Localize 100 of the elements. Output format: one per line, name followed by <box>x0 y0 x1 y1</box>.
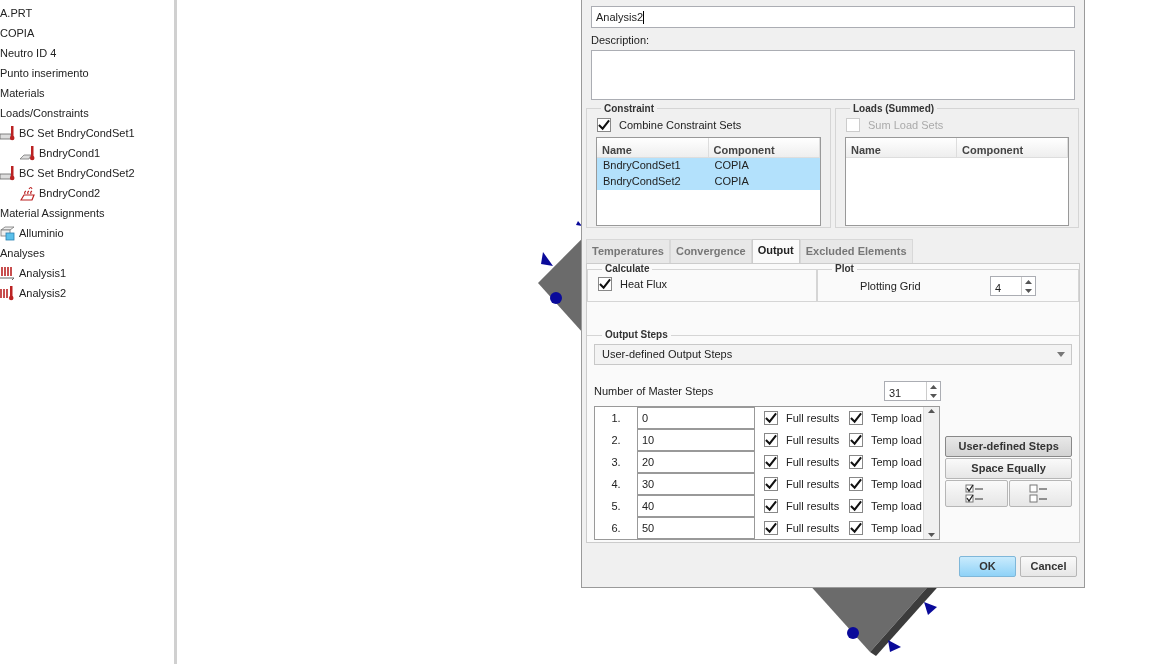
checkbox[interactable] <box>764 433 778 447</box>
column-header: Name <box>846 137 957 157</box>
heat-load-icon <box>20 185 36 201</box>
thermometer-icon <box>20 145 36 161</box>
tree-item[interactable]: Punto inserimento <box>0 64 89 82</box>
marker-icon <box>924 602 937 615</box>
checkbox-label: Temp load <box>871 520 922 536</box>
name-field[interactable]: Analysis2 <box>591 6 1075 28</box>
checkbox-label: Temp load <box>871 498 922 514</box>
checkbox-label: Full results <box>786 520 840 536</box>
checkbox[interactable] <box>764 521 778 535</box>
checkbox[interactable] <box>764 499 778 513</box>
checkbox-label: Full results <box>786 476 840 492</box>
step-field[interactable]: 30 <box>638 473 755 495</box>
step-mode-button[interactable]: Space Equally <box>945 458 1072 479</box>
tab[interactable]: Excluded Elements <box>799 238 913 263</box>
cancel-button[interactable]: Cancel <box>1020 556 1077 577</box>
checkbox[interactable] <box>764 455 778 469</box>
tree-item[interactable]: Neutro ID 4 <box>0 44 57 62</box>
checkbox[interactable] <box>598 277 612 292</box>
up-arrow-icon[interactable] <box>930 384 937 389</box>
tree-item[interactable]: Analysis2 <box>19 284 67 302</box>
material-icon <box>0 225 16 241</box>
thermometer-set-icon <box>0 125 16 141</box>
checkbox-label: Temp load <box>871 476 922 492</box>
step-field[interactable]: 40 <box>638 495 755 517</box>
uncheck-all-button[interactable] <box>1009 480 1072 507</box>
analysis-icon <box>0 285 16 301</box>
down-arrow-icon[interactable] <box>1025 288 1033 293</box>
checkbox[interactable] <box>764 411 778 425</box>
group-title: Plot <box>834 264 855 274</box>
step-mode-button[interactable]: User-defined Steps <box>945 436 1072 457</box>
tab[interactable]: Convergence <box>669 238 752 263</box>
down-arrow-icon[interactable] <box>930 393 937 398</box>
checkbox-label: Temp load <box>871 454 922 470</box>
group-title: Loads (Summed) <box>852 103 936 114</box>
checkbox[interactable] <box>764 477 778 491</box>
tree-item[interactable]: Material Assignments <box>0 204 105 222</box>
checkbox[interactable] <box>849 411 863 425</box>
description-label: Description: <box>591 33 651 48</box>
tree-item[interactable]: BndryCond2 <box>39 184 101 202</box>
checkbox-label: Temp load <box>871 432 922 448</box>
up-arrow-icon[interactable] <box>928 409 936 413</box>
checkbox-label: Full results <box>786 454 840 470</box>
checkbox[interactable] <box>849 499 863 513</box>
thermometer-set-icon <box>0 165 16 181</box>
step-field[interactable]: 20 <box>638 451 755 473</box>
checkbox-label: Full results <box>786 432 840 448</box>
step-number: 6. <box>611 520 621 536</box>
analysis-icon <box>0 265 16 281</box>
tree-item[interactable]: Materials <box>0 84 45 102</box>
step-number: 4. <box>611 476 621 492</box>
tree-item[interactable]: Analyses <box>0 244 45 262</box>
marker-icon <box>550 292 562 304</box>
group-title: Constraint <box>603 103 655 114</box>
check-all-button[interactable] <box>945 480 1009 507</box>
tab[interactable]: Temperatures <box>586 238 670 263</box>
checkbox[interactable] <box>597 118 611 132</box>
tree-item[interactable]: BC Set BndryCondSet2 <box>19 164 135 182</box>
step-field[interactable]: 0 <box>638 407 755 429</box>
tree-item[interactable]: A.PRT <box>0 4 33 22</box>
group-title: Calculate <box>604 264 651 274</box>
step-number: 2. <box>611 432 621 448</box>
group-title: Output Steps <box>604 330 669 340</box>
output-steps-dropdown[interactable]: User-defined Output Steps <box>594 344 1072 365</box>
plotting-grid-spinner[interactable]: 4 <box>990 276 1037 296</box>
field-label: Plotting Grid <box>860 278 922 294</box>
checkbox[interactable] <box>849 521 863 535</box>
checkbox[interactable] <box>849 455 863 469</box>
tree-item[interactable]: BndryCond1 <box>39 144 101 162</box>
column-header: Name <box>597 137 709 157</box>
step-field[interactable]: 10 <box>638 429 755 451</box>
description-field[interactable] <box>591 49 1075 100</box>
tab[interactable]: Output <box>751 238 800 263</box>
checkbox-label: Combine Constraint Sets <box>619 117 742 133</box>
scrollbar[interactable] <box>923 407 940 539</box>
tree-item[interactable]: Analysis1 <box>19 264 67 282</box>
ok-button[interactable]: OK <box>959 556 1016 577</box>
checkbox-label: Full results <box>786 498 840 514</box>
step-number: 1. <box>611 410 621 426</box>
step-field[interactable]: 50 <box>638 517 755 539</box>
checkbox[interactable] <box>849 477 863 491</box>
marker-icon <box>888 640 901 652</box>
column-header: Component <box>957 137 1068 157</box>
checkbox-label: Sum Load Sets <box>868 117 944 133</box>
up-arrow-icon[interactable] <box>1025 279 1033 284</box>
field-label: Number of Master Steps <box>594 383 714 399</box>
master-steps-spinner[interactable]: 31 <box>884 381 941 401</box>
checkbox[interactable] <box>849 433 863 447</box>
checkbox-label: Temp load <box>871 410 922 426</box>
tree-item[interactable]: BC Set BndryCondSet1 <box>19 124 135 142</box>
marker-icon <box>847 627 859 639</box>
tree-item[interactable]: Alluminio <box>19 224 64 242</box>
down-arrow-icon[interactable] <box>928 533 936 537</box>
tree-item[interactable]: COPIA <box>0 24 35 42</box>
checkbox-label: Full results <box>786 410 840 426</box>
tree-item[interactable]: Loads/Constraints <box>0 104 89 122</box>
column-header: Component <box>708 137 820 157</box>
marker-icon <box>576 221 582 226</box>
step-number: 3. <box>611 454 621 470</box>
